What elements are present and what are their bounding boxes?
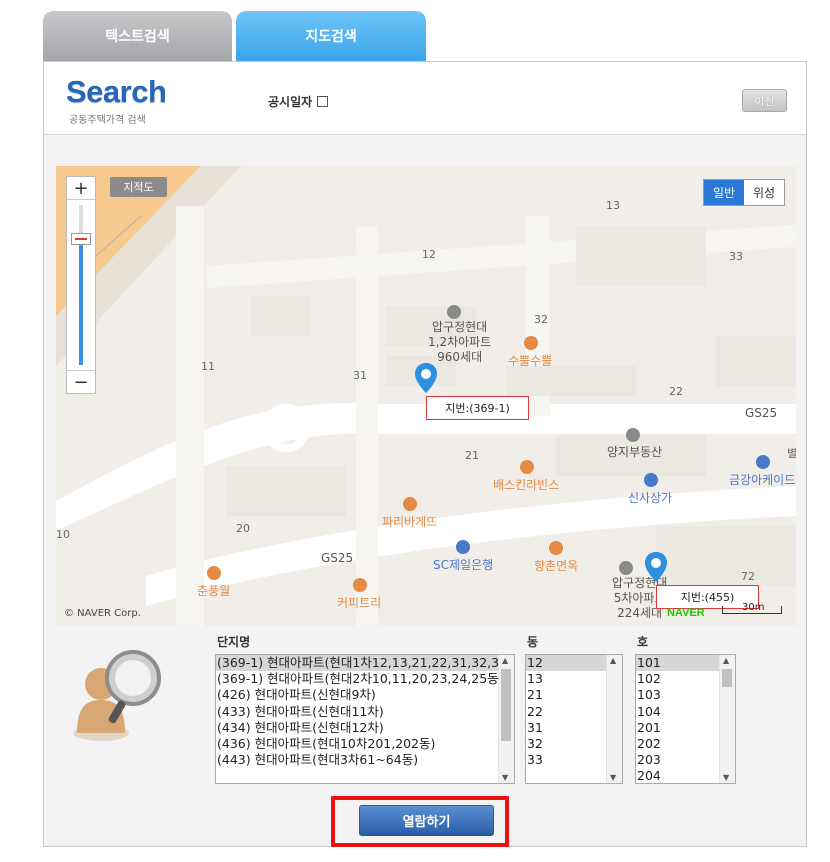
building-scrollbar[interactable]: ▲ ▼ (606, 655, 622, 783)
notice-date-checkbox[interactable] (317, 96, 329, 107)
poi-geumgang[interactable]: 금강아케이드 (729, 471, 795, 488)
complex-option[interactable]: (436) 현대아파트(현대10차201,202동) (216, 736, 514, 752)
block-number: 13 (606, 199, 620, 212)
poi-gs25-top[interactable]: GS25 (745, 406, 777, 420)
poi-chunpung[interactable]: 춘풍월 (197, 582, 230, 599)
zoom-control: + − (66, 176, 96, 394)
zoom-in-button[interactable]: + (67, 177, 95, 200)
bank-icon (456, 540, 470, 554)
notice-date-option: 공시일자 (268, 93, 329, 110)
person-search-icon (73, 650, 161, 741)
apartment-icon (447, 305, 461, 319)
poi-hyangchon[interactable]: 향촌면옥 (534, 557, 578, 574)
map-scale-bar (722, 606, 782, 614)
scroll-thumb[interactable] (501, 669, 511, 741)
complex-option[interactable]: (426) 현대아파트(신현대9차) (216, 687, 514, 703)
block-number: 12 (422, 248, 436, 261)
restaurant-icon (524, 336, 538, 350)
block-number: 22 (669, 385, 683, 398)
poi-paris[interactable]: 파리바게뜨 (382, 513, 437, 530)
poi-sinsa[interactable]: 신사상가 (628, 489, 672, 506)
notice-date-label: 공시일자 (268, 95, 313, 109)
search-header: Search 공동주택가격 검색 공시일자 이전 (44, 62, 806, 135)
scroll-thumb[interactable] (722, 669, 732, 687)
scroll-up-icon[interactable]: ▲ (502, 656, 508, 665)
complex-scrollbar[interactable]: ▲ ▼ (498, 655, 514, 783)
restaurant-icon (520, 460, 534, 474)
poi-name: 압구정현대 (432, 320, 488, 334)
poi-name: 1,2차아파트 (428, 335, 492, 349)
complex-option[interactable]: (433) 현대아파트(신현대11차) (216, 704, 514, 720)
block-number: 11 (201, 360, 215, 373)
shop-icon (756, 455, 770, 469)
prev-button[interactable]: 이전 (742, 89, 787, 112)
poi-coffee[interactable]: 커피트리 (337, 594, 381, 611)
scroll-down-icon[interactable]: ▼ (723, 773, 729, 782)
naver-logo: NAVER (667, 607, 705, 619)
block-number: 10 (56, 528, 70, 541)
poi-name: 960세대 (437, 350, 483, 364)
block-number: 별 (787, 447, 796, 460)
scroll-down-icon[interactable]: ▼ (610, 773, 616, 782)
scroll-down-icon[interactable]: ▼ (502, 773, 508, 782)
map-type-satellite-button[interactable]: 위성 (744, 180, 784, 205)
block-number: 33 (729, 250, 743, 263)
block-number: 20 (236, 522, 250, 535)
complex-option[interactable]: (369-1) 현대아파트(현대2차10,11,20,23,24,25동 (216, 671, 514, 687)
cafe-icon (353, 578, 367, 592)
complex-option[interactable]: (369-1) 현대아파트(현대1차12,13,21,22,31,32,3 (216, 655, 514, 672)
building-listbox[interactable]: 12 13 21 22 31 32 33 ▲ ▼ (525, 654, 623, 784)
restaurant-icon (549, 541, 563, 555)
poi-apartment-1[interactable]: 압구정현대 1,2차아파트 960세대 (428, 320, 491, 365)
location-marker-icon[interactable] (645, 552, 667, 582)
block-number: 72 (741, 570, 755, 583)
tab-map-search[interactable]: 지도검색 (236, 11, 426, 61)
poi-soopul[interactable]: 수뿔수뿔 (508, 352, 552, 369)
poi-gs25-bottom[interactable]: GS25 (321, 551, 353, 565)
block-number: 21 (465, 449, 479, 462)
search-logo-subtitle: 공동주택가격 검색 (69, 115, 146, 126)
tab-text-search[interactable]: 텍스트검색 (43, 11, 232, 61)
complex-option[interactable]: (434) 현대아파트(신현대12차) (216, 720, 514, 736)
map-copyright: © NAVER Corp. (64, 608, 141, 619)
restaurant-icon (207, 566, 221, 580)
unit-scrollbar[interactable]: ▲ ▼ (719, 655, 735, 783)
open-button[interactable]: 열람하기 (359, 805, 494, 836)
parcel-label[interactable]: 지번:(369-1) (426, 396, 529, 420)
unit-listbox[interactable]: 101 102 103 104 201 202 203 204 ▲ ▼ (635, 654, 736, 784)
complex-list-title: 단지명 (217, 635, 251, 649)
building-list-title: 동 (527, 635, 539, 649)
poi-yangji[interactable]: 양지부동산 (607, 443, 662, 460)
map-view[interactable]: 13 12 32 33 11 31 22 21 20 10 72 별 압구정현대… (56, 166, 796, 626)
search-panel: Search 공동주택가격 검색 공시일자 이전 13 12 32 33 11 … (43, 61, 807, 847)
zoom-level-fill (79, 245, 83, 365)
poi-sc-bank[interactable]: SC제일은행 (433, 556, 493, 573)
poi-baskin[interactable]: 배스킨라빈스 (493, 476, 559, 493)
apartment-icon (619, 561, 633, 575)
block-number: 31 (353, 369, 367, 382)
restaurant-icon (403, 497, 417, 511)
zoom-out-button[interactable]: − (67, 370, 95, 393)
scroll-up-icon[interactable]: ▲ (723, 656, 729, 665)
realestate-icon (626, 428, 640, 442)
search-logo: Search (66, 74, 167, 109)
map-type-toggle: 일반 위성 (703, 179, 785, 206)
block-number: 32 (534, 313, 548, 326)
complex-listbox[interactable]: (369-1) 현대아파트(현대1차12,13,21,22,31,32,3 (3… (215, 654, 515, 784)
scroll-up-icon[interactable]: ▲ (610, 656, 616, 665)
shop-icon (644, 473, 658, 487)
map-type-normal-button[interactable]: 일반 (704, 180, 744, 205)
unit-list-title: 호 (637, 635, 649, 649)
cadastral-map-button[interactable]: 지적도 (110, 177, 167, 197)
zoom-slider-handle[interactable] (71, 233, 91, 245)
complex-option[interactable]: (443) 현대아파트(현대3차61~64동) (216, 752, 514, 768)
location-marker-icon[interactable] (415, 363, 437, 393)
